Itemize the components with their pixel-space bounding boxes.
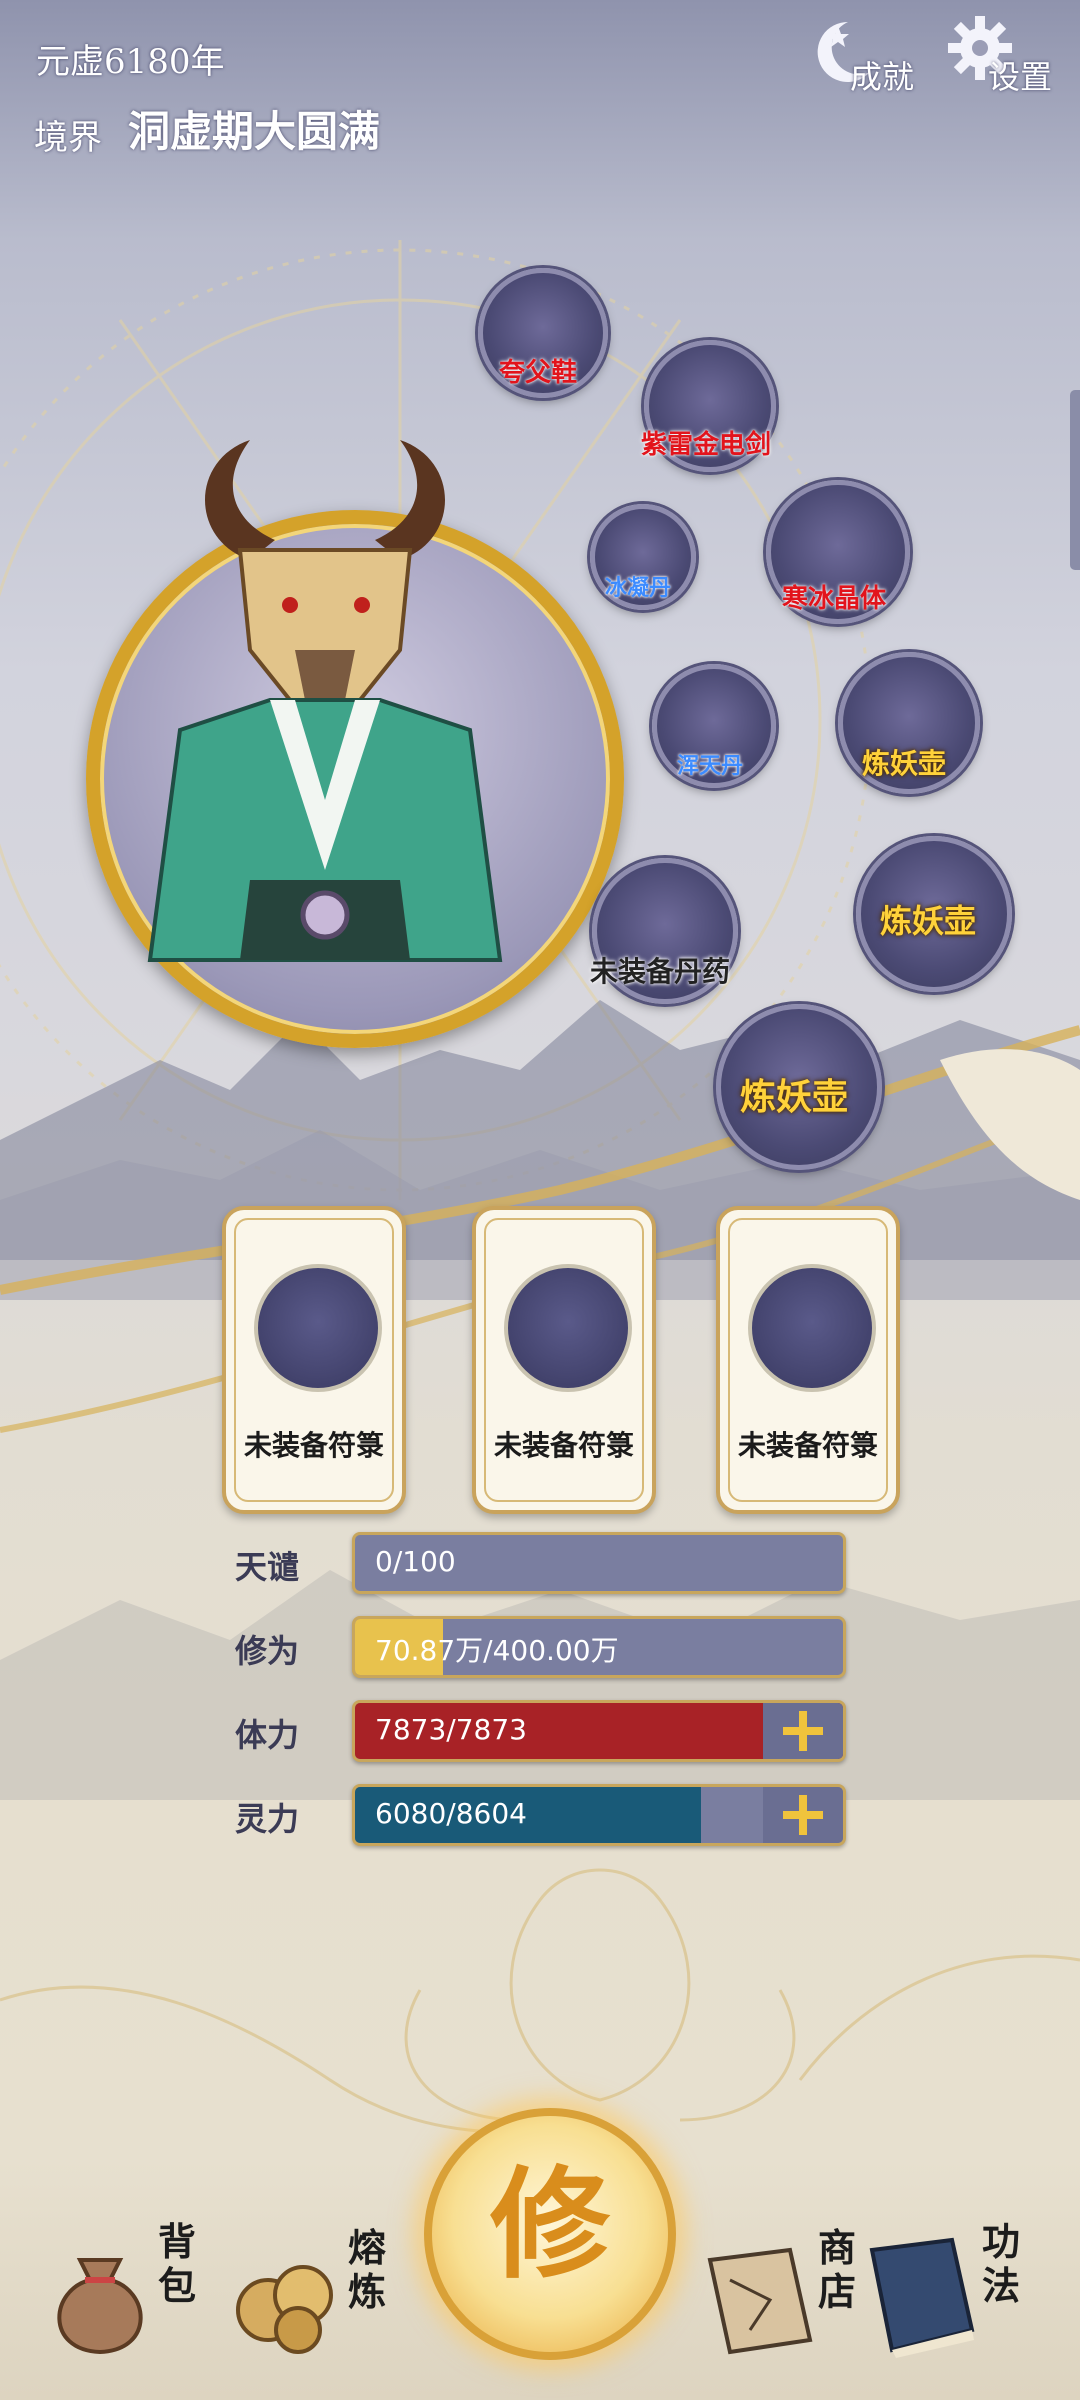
talisman-slot <box>504 1264 632 1392</box>
settings-button[interactable]: 设置 <box>946 14 1066 94</box>
settings-label: 设置 <box>988 52 1052 98</box>
talisman-label: 未装备符箓 <box>476 1424 652 1464</box>
equip-slot-label: 未装备丹药 <box>590 950 730 990</box>
tianqian-bar: 0/100 <box>352 1532 846 1594</box>
xiuwei-value: 70.87万/400.00万 <box>375 1629 619 1669</box>
lingli-bar: 6080/8604 <box>352 1784 846 1846</box>
talisman-label: 未装备符箓 <box>226 1424 402 1464</box>
pouch-icon <box>40 2240 160 2360</box>
xiuwei-current: 70.87万 <box>375 1634 483 1667</box>
equip-slot-label: 炼妖壶 <box>740 1068 848 1120</box>
cultivate-label: 修 <box>432 2160 668 2290</box>
cultivate-button[interactable]: 修 <box>424 2108 676 2360</box>
tili-value: 7873/7873 <box>375 1713 527 1746</box>
refine-label: 熔炼 <box>348 2226 392 2314</box>
realm-value: 洞虚期大圆满 <box>128 98 380 159</box>
skills-label: 功法 <box>982 2220 1026 2308</box>
shop-label: 商店 <box>818 2226 862 2314</box>
lingli-value: 6080/8604 <box>375 1797 527 1830</box>
bag-label: 背包 <box>158 2220 202 2308</box>
tianqian-value: 0/100 <box>375 1545 456 1578</box>
talisman-label: 未装备符箓 <box>720 1424 896 1464</box>
xiuwei-bar: 70.87万/400.00万 <box>352 1616 846 1678</box>
character-avatar <box>100 400 580 980</box>
equip-slot-label: 炼妖壶 <box>862 742 946 782</box>
talisman-card-2[interactable]: 未装备符箓 <box>472 1206 656 1514</box>
skills-button[interactable]: 功法 <box>862 2220 1052 2370</box>
equip-slot-label: 冰凝丹 <box>605 570 671 602</box>
stat-label-xiuwei: 修为 <box>235 1626 299 1672</box>
tili-bar: 7873/7873 <box>352 1700 846 1762</box>
map-scroll-icon <box>700 2240 820 2360</box>
talisman-card-1[interactable]: 未装备符箓 <box>222 1206 406 1514</box>
equip-slot-label: 寒冰晶体 <box>782 578 886 615</box>
stat-label-lingli: 灵力 <box>235 1794 299 1840</box>
bag-button[interactable]: 背包 <box>40 2220 210 2370</box>
refine-button[interactable]: 熔炼 <box>228 2220 398 2370</box>
shop-button[interactable]: 商店 <box>700 2220 870 2370</box>
stat-label-tianqian: 天谴 <box>235 1542 299 1588</box>
equip-slot-label: 炼妖壶 <box>880 896 976 942</box>
talisman-slot <box>748 1264 876 1392</box>
equip-slot-label: 夸父鞋 <box>499 352 577 389</box>
talisman-card-3[interactable]: 未装备符箓 <box>716 1206 900 1514</box>
achievements-label: 成就 <box>850 52 914 98</box>
equip-slot-label: 浑天丹 <box>677 748 743 780</box>
ore-icon <box>228 2240 348 2360</box>
side-handle[interactable] <box>1070 390 1080 570</box>
stat-label-tili: 体力 <box>235 1710 299 1756</box>
xiuwei-max: /400.00万 <box>483 1634 618 1667</box>
achievements-button[interactable]: 成就 <box>808 14 928 94</box>
talisman-slot <box>254 1264 382 1392</box>
book-icon <box>862 2230 1002 2360</box>
era-text: 元虚6180年 <box>36 34 225 83</box>
lingli-plus-button[interactable] <box>763 1787 843 1843</box>
equip-slot-label: 紫雷金电剑 <box>641 424 771 461</box>
tili-plus-button[interactable] <box>763 1703 843 1759</box>
realm-label: 境界 <box>34 110 102 159</box>
